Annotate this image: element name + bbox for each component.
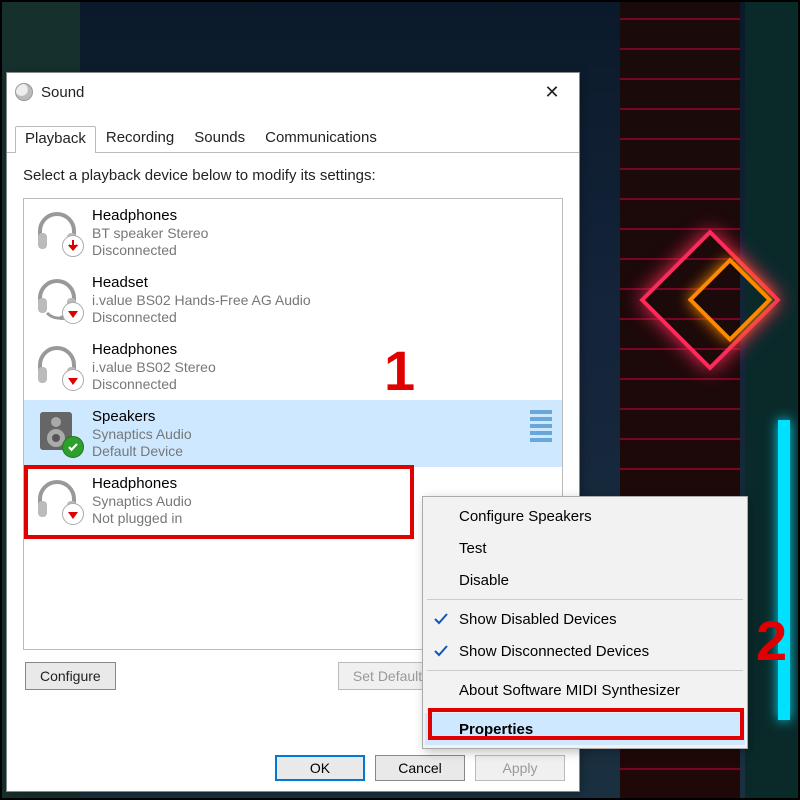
- device-sub: Synaptics Audio: [92, 426, 192, 442]
- ok-button[interactable]: OK: [275, 755, 365, 781]
- menu-separator: [427, 709, 743, 710]
- menu-disable[interactable]: Disable: [425, 564, 745, 596]
- headphones-icon: [34, 475, 80, 521]
- tabstrip: Playback Recording Sounds Communications: [7, 125, 579, 153]
- titlebar: Sound ✕: [7, 73, 579, 111]
- sound-icon: [15, 83, 33, 101]
- close-button[interactable]: ✕: [529, 77, 575, 107]
- close-icon: ✕: [544, 82, 559, 103]
- device-name: Headphones: [92, 207, 208, 224]
- menu-label: Show Disabled Devices: [459, 611, 617, 628]
- device-sub: BT speaker Stereo: [92, 225, 208, 241]
- device-status: Disconnected: [92, 242, 208, 258]
- menu-label: Show Disconnected Devices: [459, 643, 649, 660]
- device-name: Headphones: [92, 475, 192, 492]
- menu-show-disabled[interactable]: Show Disabled Devices: [425, 603, 745, 635]
- tab-playback[interactable]: Playback: [15, 126, 96, 153]
- tab-communications[interactable]: Communications: [255, 125, 387, 152]
- headphones-icon: [34, 341, 80, 387]
- arrow-down-icon: [62, 302, 84, 324]
- device-sub: Synaptics Audio: [92, 493, 192, 509]
- menu-label: Test: [459, 540, 487, 557]
- menu-label: Configure Speakers: [459, 508, 592, 525]
- dialog-button-row: OK Cancel Apply: [275, 755, 565, 781]
- list-item[interactable]: Headphones i.value BS02 Stereo Disconnec…: [24, 333, 562, 400]
- menu-test[interactable]: Test: [425, 532, 745, 564]
- menu-separator: [427, 670, 743, 671]
- device-name: Headset: [92, 274, 311, 291]
- device-status: Default Device: [92, 443, 192, 459]
- check-icon: [62, 436, 84, 458]
- check-icon: [433, 643, 449, 659]
- arrow-down-icon: [62, 503, 84, 525]
- menu-about-midi[interactable]: About Software MIDI Synthesizer: [425, 674, 745, 706]
- arrow-down-icon: [62, 235, 84, 257]
- headphones-icon: [34, 207, 80, 253]
- device-sub: i.value BS02 Stereo: [92, 359, 216, 375]
- headset-icon: [34, 274, 80, 320]
- device-name: Speakers: [92, 408, 192, 425]
- configure-button[interactable]: Configure: [25, 662, 116, 690]
- speaker-icon: [34, 408, 80, 454]
- instruction-text: Select a playback device below to modify…: [23, 167, 563, 184]
- check-icon: [433, 611, 449, 627]
- level-meter-icon: [530, 410, 554, 450]
- device-status: Disconnected: [92, 376, 216, 392]
- device-sub: i.value BS02 Hands-Free AG Audio: [92, 292, 311, 308]
- context-menu: Configure Speakers Test Disable Show Dis…: [422, 496, 748, 749]
- tab-sounds[interactable]: Sounds: [184, 125, 255, 152]
- menu-show-disconnected[interactable]: Show Disconnected Devices: [425, 635, 745, 667]
- list-item[interactable]: Headset i.value BS02 Hands-Free AG Audio…: [24, 266, 562, 333]
- apply-button[interactable]: Apply: [475, 755, 565, 781]
- arrow-down-icon: [62, 369, 84, 391]
- menu-properties[interactable]: Properties: [425, 713, 745, 745]
- cancel-button[interactable]: Cancel: [375, 755, 465, 781]
- menu-label: Properties: [459, 721, 533, 738]
- device-status: Disconnected: [92, 309, 311, 325]
- device-status: Not plugged in: [92, 510, 192, 526]
- list-item[interactable]: Speakers Synaptics Audio Default Device: [24, 400, 562, 467]
- menu-configure-speakers[interactable]: Configure Speakers: [425, 500, 745, 532]
- window-title: Sound: [41, 84, 84, 101]
- menu-separator: [427, 599, 743, 600]
- tab-recording[interactable]: Recording: [96, 125, 184, 152]
- device-name: Headphones: [92, 341, 216, 358]
- menu-label: About Software MIDI Synthesizer: [459, 682, 680, 699]
- list-item[interactable]: Headphones BT speaker Stereo Disconnecte…: [24, 199, 562, 266]
- menu-label: Disable: [459, 572, 509, 589]
